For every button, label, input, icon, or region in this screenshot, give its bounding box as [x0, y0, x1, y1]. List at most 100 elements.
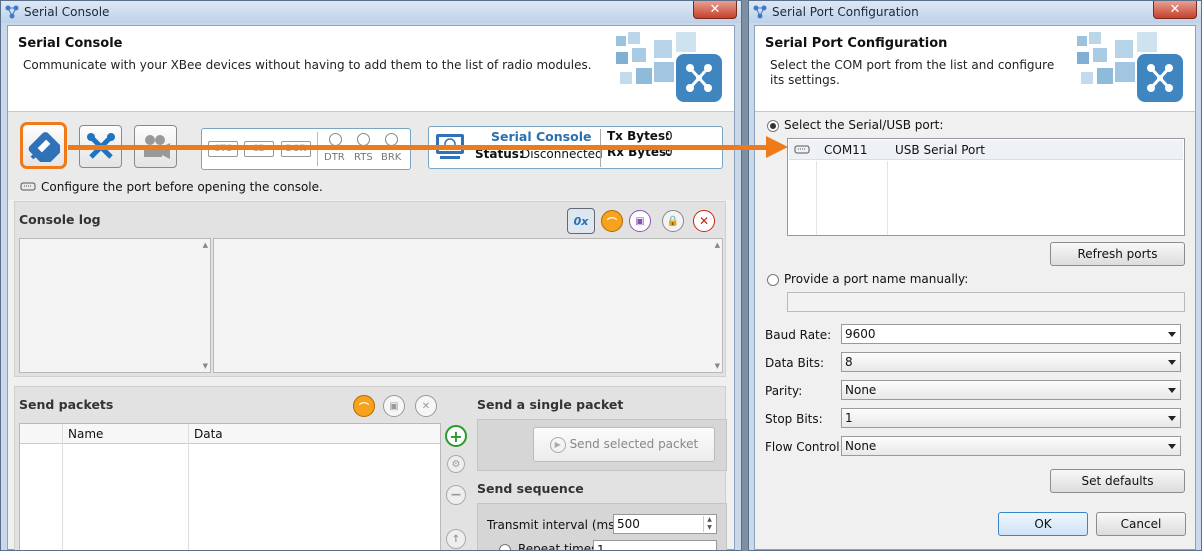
send-packets-title: Send packets — [19, 397, 114, 412]
port-col-divider-1 — [816, 161, 817, 235]
tx-label: Tx Bytes: — [607, 129, 670, 143]
select-port-label: Select the Serial/USB port: — [784, 118, 944, 132]
remove-packet-button[interactable]: − — [446, 485, 466, 505]
port-col-divider-2 — [887, 161, 888, 235]
col-divider-2 — [188, 424, 189, 550]
console-header: Serial Console Communicate with your XBe… — [8, 26, 734, 112]
console-titlebar: Serial Console — [1, 1, 741, 23]
repeat-times-input[interactable]: 1 — [593, 540, 717, 551]
console-log-hex-pane[interactable]: ▲ ▼ — [19, 238, 211, 373]
annotation-arrowhead-icon — [766, 136, 788, 158]
packets-table[interactable]: Name Data — [19, 423, 441, 550]
add-packet-button[interactable]: + — [445, 425, 467, 447]
port-icon — [794, 145, 810, 154]
stop-bits-label: Stop Bits: — [765, 412, 823, 426]
data-bits-value: 8 — [845, 355, 853, 369]
parity-value: None — [845, 383, 877, 397]
data-bits-select[interactable]: 8 — [841, 352, 1181, 372]
status-title: Serial Console — [491, 129, 592, 144]
flow-control-label: Flow Control: — [765, 440, 844, 454]
annotation-arrow-line — [68, 145, 768, 150]
edit-packet-button[interactable]: ⚙ — [447, 455, 465, 473]
tx-value: 0 — [665, 129, 673, 143]
config-window-title: Serial Port Configuration — [772, 5, 919, 19]
configure-port-button[interactable] — [20, 122, 67, 169]
repeat-times-value: 1 — [597, 543, 605, 551]
baud-rate-value: 9600 — [845, 327, 876, 341]
send-single-title: Send a single packet — [477, 397, 624, 412]
parity-select[interactable]: None — [841, 380, 1181, 400]
set-defaults-button[interactable]: Set defaults — [1050, 469, 1185, 493]
console-log-title: Console log — [19, 212, 101, 227]
repeat-times-radio[interactable] — [499, 544, 511, 550]
send-selected-button[interactable]: ▶ Send selected packet — [533, 427, 715, 462]
config-close-button[interactable]: ✕ — [1153, 1, 1197, 19]
transmit-interval-input[interactable]: 500 ▲ ▼ — [613, 514, 717, 534]
send-packets-section: Send packets ⌒ ▣ ✕ Name Data + ⚙ − ↑ Sen… — [14, 386, 727, 551]
repeat-times-label: Repeat times: — [518, 542, 602, 551]
port-row[interactable]: COM11 USB Serial Port — [789, 140, 1183, 160]
baud-rate-label: Baud Rate: — [765, 328, 832, 342]
config-xbee-logo-icon — [1077, 32, 1183, 102]
stop-bits-value: 1 — [845, 411, 853, 425]
console-close-button[interactable]: ✕ — [693, 1, 737, 19]
flow-control-value: None — [845, 439, 877, 453]
chevron-down-icon — [1168, 360, 1176, 365]
xbee-logo-icon — [616, 32, 722, 102]
hex-scroll-down[interactable]: ▼ — [203, 362, 208, 370]
manual-port-label: Provide a port name manually: — [784, 272, 969, 286]
column-data[interactable]: Data — [194, 427, 223, 441]
packets-table-header: Name Data — [20, 424, 440, 444]
ascii-scroll-up[interactable]: ▲ — [715, 241, 720, 249]
send-sequence-title: Send sequence — [477, 481, 584, 496]
save-packets-button[interactable]: ▣ — [383, 395, 405, 417]
transmit-interval-label: Transmit interval (ms): — [487, 518, 624, 532]
manual-port-input[interactable] — [787, 292, 1185, 312]
console-log-ascii-pane[interactable]: ▲ ▼ — [213, 238, 723, 373]
chevron-down-icon — [1168, 332, 1176, 337]
chevron-down-icon — [1168, 444, 1176, 449]
data-bits-label: Data Bits: — [765, 356, 825, 370]
port-config-window: Serial Port Configuration ✕ Serial Port … — [748, 0, 1202, 551]
dtr-label: DTR — [324, 152, 345, 163]
rts-label: RTS — [354, 152, 373, 163]
manual-port-radio[interactable] — [767, 274, 779, 286]
save-log-button[interactable]: ▣ — [629, 210, 651, 232]
configure-hint: Configure the port before opening the co… — [41, 180, 323, 194]
play-icon: ▶ — [549, 436, 566, 453]
transmit-interval-value: 500 — [617, 517, 640, 531]
flow-control-select[interactable]: None — [841, 436, 1181, 456]
config-content: Serial Port Configuration Select the COM… — [754, 25, 1196, 550]
col-divider-1 — [62, 424, 63, 550]
move-up-button[interactable]: ↑ — [446, 529, 466, 549]
open-log-button[interactable]: ⌒ — [601, 210, 623, 232]
column-name[interactable]: Name — [68, 427, 103, 441]
chevron-down-icon — [1168, 388, 1176, 393]
console-window-title: Serial Console — [24, 5, 110, 19]
ascii-scroll-down[interactable]: ▼ — [715, 362, 720, 370]
port-name: COM11 — [824, 143, 868, 157]
console-log-section: Console log 0x ⌒ ▣ 🔒 ✕ ▲ ▼ ▲ ▼ — [14, 201, 726, 377]
config-header: Serial Port Configuration Select the COM… — [755, 26, 1195, 112]
cancel-button[interactable]: Cancel — [1096, 512, 1186, 536]
clear-log-button[interactable]: ✕ — [693, 210, 715, 232]
port-list[interactable]: COM11 USB Serial Port — [787, 138, 1185, 236]
app-icon — [5, 5, 19, 19]
hex-scroll-up[interactable]: ▲ — [203, 241, 208, 249]
console-content: Serial Console Communicate with your XBe… — [7, 25, 735, 550]
baud-rate-combo[interactable]: 9600 — [841, 324, 1181, 344]
serial-console-window: Serial Console ✕ Serial Console Communic… — [0, 0, 742, 551]
select-port-radio[interactable] — [767, 120, 779, 132]
remove-all-packets-button[interactable]: ✕ — [415, 395, 437, 417]
interval-spinner[interactable]: ▲ ▼ — [703, 516, 715, 532]
lock-button[interactable]: 🔒 — [662, 210, 684, 232]
send-selected-label: Send selected packet — [569, 437, 699, 451]
config-app-icon — [753, 5, 767, 19]
load-packets-button[interactable]: ⌒ — [353, 395, 375, 417]
hex-label: 0x — [573, 214, 589, 228]
port-desc: USB Serial Port — [895, 143, 986, 157]
stop-bits-select[interactable]: 1 — [841, 408, 1181, 428]
hex-toggle-button[interactable]: 0x — [567, 208, 595, 234]
ok-button[interactable]: OK — [998, 512, 1088, 536]
refresh-ports-button[interactable]: Refresh ports — [1050, 242, 1185, 266]
